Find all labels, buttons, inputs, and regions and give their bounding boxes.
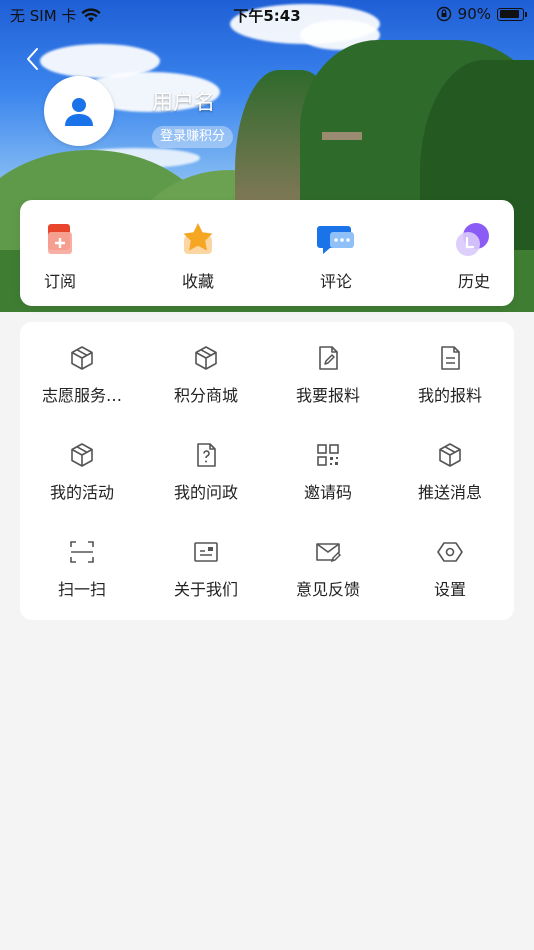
grid-item-label: 我的问政: [173, 483, 238, 502]
grid-item-label: 我的报料: [417, 386, 482, 405]
chevron-left-icon: [27, 48, 38, 70]
grid-item-label: 邀请码: [303, 483, 352, 502]
grid-item-scan[interactable]: 扫一扫: [20, 516, 144, 606]
quick-action-history[interactable]: 历史: [434, 220, 514, 292]
function-grid: 志愿服务… 积分商城 我要报料 我的报料 我的活动 我的问政 邀请码 推送消息 …: [20, 322, 514, 620]
star-icon: [178, 220, 218, 260]
comment-icon: [316, 220, 356, 260]
history-icon: [454, 220, 494, 260]
quick-action-label: 历史: [457, 272, 490, 291]
cube-icon: [68, 441, 96, 469]
status-bar: 无 SIM 卡 下午5:43 90%: [0, 0, 534, 28]
feedback-mail-icon: [314, 538, 342, 566]
edit-document-icon: [314, 344, 342, 372]
qr-code-icon: [314, 441, 342, 469]
username-label[interactable]: 用户名: [152, 86, 215, 116]
cube-icon: [68, 344, 96, 372]
grid-item-label: 我要报料: [295, 386, 360, 405]
cube-icon: [192, 344, 220, 372]
grid-item-label: 志愿服务…: [41, 386, 122, 405]
user-icon: [65, 98, 93, 126]
quick-action-comments[interactable]: 评论: [296, 220, 376, 292]
orientation-lock-icon: [436, 6, 452, 22]
quick-action-label: 收藏: [181, 272, 214, 291]
subscribe-icon: [40, 220, 80, 260]
quick-action-favorites[interactable]: 收藏: [158, 220, 238, 292]
grid-item-my-activities[interactable]: 我的活动: [20, 419, 144, 509]
avatar[interactable]: [44, 76, 114, 146]
grid-item-invite-code[interactable]: 邀请码: [266, 419, 390, 509]
cube-icon: [436, 441, 464, 469]
grid-item-my-inquiries[interactable]: 我的问政: [144, 419, 268, 509]
question-document-icon: [192, 441, 220, 469]
quick-action-label: 订阅: [43, 272, 76, 291]
id-card-icon: [192, 538, 220, 566]
login-earn-points-button[interactable]: 登录赚积分: [152, 126, 234, 148]
grid-item-about-us[interactable]: 关于我们: [144, 516, 268, 606]
grid-item-volunteer-service[interactable]: 志愿服务…: [20, 322, 144, 412]
document-icon: [436, 344, 464, 372]
quick-actions-card: 订阅 收藏 评论 历史: [20, 200, 514, 306]
grid-item-label: 推送消息: [417, 483, 482, 502]
battery-icon: [497, 7, 527, 21]
grid-item-label: 我的活动: [49, 483, 114, 502]
quick-action-subscribe[interactable]: 订阅: [20, 220, 100, 292]
grid-item-label: 扫一扫: [57, 580, 106, 599]
grid-item-label: 设置: [433, 580, 466, 599]
grid-item-feedback[interactable]: 意见反馈: [266, 516, 390, 606]
grid-item-my-tips[interactable]: 我的报料: [388, 322, 512, 412]
grid-item-settings[interactable]: 设置: [388, 516, 512, 606]
back-button[interactable]: [22, 46, 44, 72]
battery-percent: 90%: [457, 5, 491, 23]
scan-icon: [68, 538, 96, 566]
grid-item-points-mall[interactable]: 积分商城: [144, 322, 268, 412]
grid-item-push-messages[interactable]: 推送消息: [388, 419, 512, 509]
grid-item-submit-tip[interactable]: 我要报料: [266, 322, 390, 412]
hexagon-settings-icon: [436, 538, 464, 566]
grid-item-label: 积分商城: [173, 386, 238, 405]
quick-action-label: 评论: [319, 272, 352, 291]
grid-item-label: 意见反馈: [295, 580, 360, 599]
grid-item-label: 关于我们: [173, 580, 238, 599]
